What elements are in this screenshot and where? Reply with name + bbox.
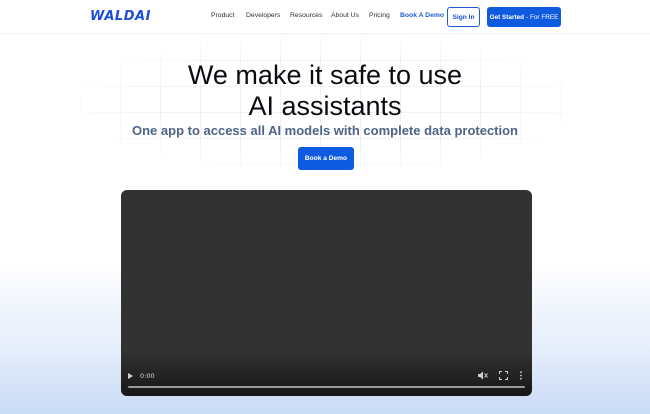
- book-a-demo-button[interactable]: Book a Demo: [298, 147, 354, 170]
- video-time: 0:00: [140, 372, 155, 380]
- video-player[interactable]: 0:00: [121, 190, 532, 396]
- get-started-label: Get Started: [489, 13, 525, 21]
- fullscreen-icon[interactable]: [499, 371, 508, 380]
- get-started-suffix: - For FREE: [526, 13, 559, 21]
- nav-link-product[interactable]: Product: [211, 12, 234, 19]
- sign-in-button[interactable]: Sign In: [447, 7, 480, 27]
- hero-title-line-1: We make it safe to use: [187, 60, 463, 90]
- site-header: WALDAI Product Developers Resources Abou…: [0, 0, 650, 34]
- get-started-button[interactable]: Get Started - For FREE: [487, 7, 561, 27]
- nav-link-book-a-demo[interactable]: Book A Demo: [400, 12, 444, 19]
- nav-link-developers[interactable]: Developers: [246, 12, 280, 19]
- mute-icon[interactable]: [478, 371, 488, 380]
- nav-link-resources[interactable]: Resources: [290, 12, 323, 19]
- nav-link-pricing[interactable]: Pricing: [369, 12, 390, 19]
- video-controls-shade: [121, 350, 532, 396]
- play-icon[interactable]: [128, 373, 133, 379]
- more-options-icon[interactable]: [518, 371, 524, 380]
- nav-link-about-us[interactable]: About Us: [331, 12, 359, 19]
- hero-subtitle: One app to access all AI models with com…: [132, 123, 518, 138]
- video-progress-bar[interactable]: [128, 386, 525, 388]
- hero-title-line-2: AI assistants: [248, 91, 402, 121]
- hero-title: We make it safe to use AI assistants: [0, 60, 650, 122]
